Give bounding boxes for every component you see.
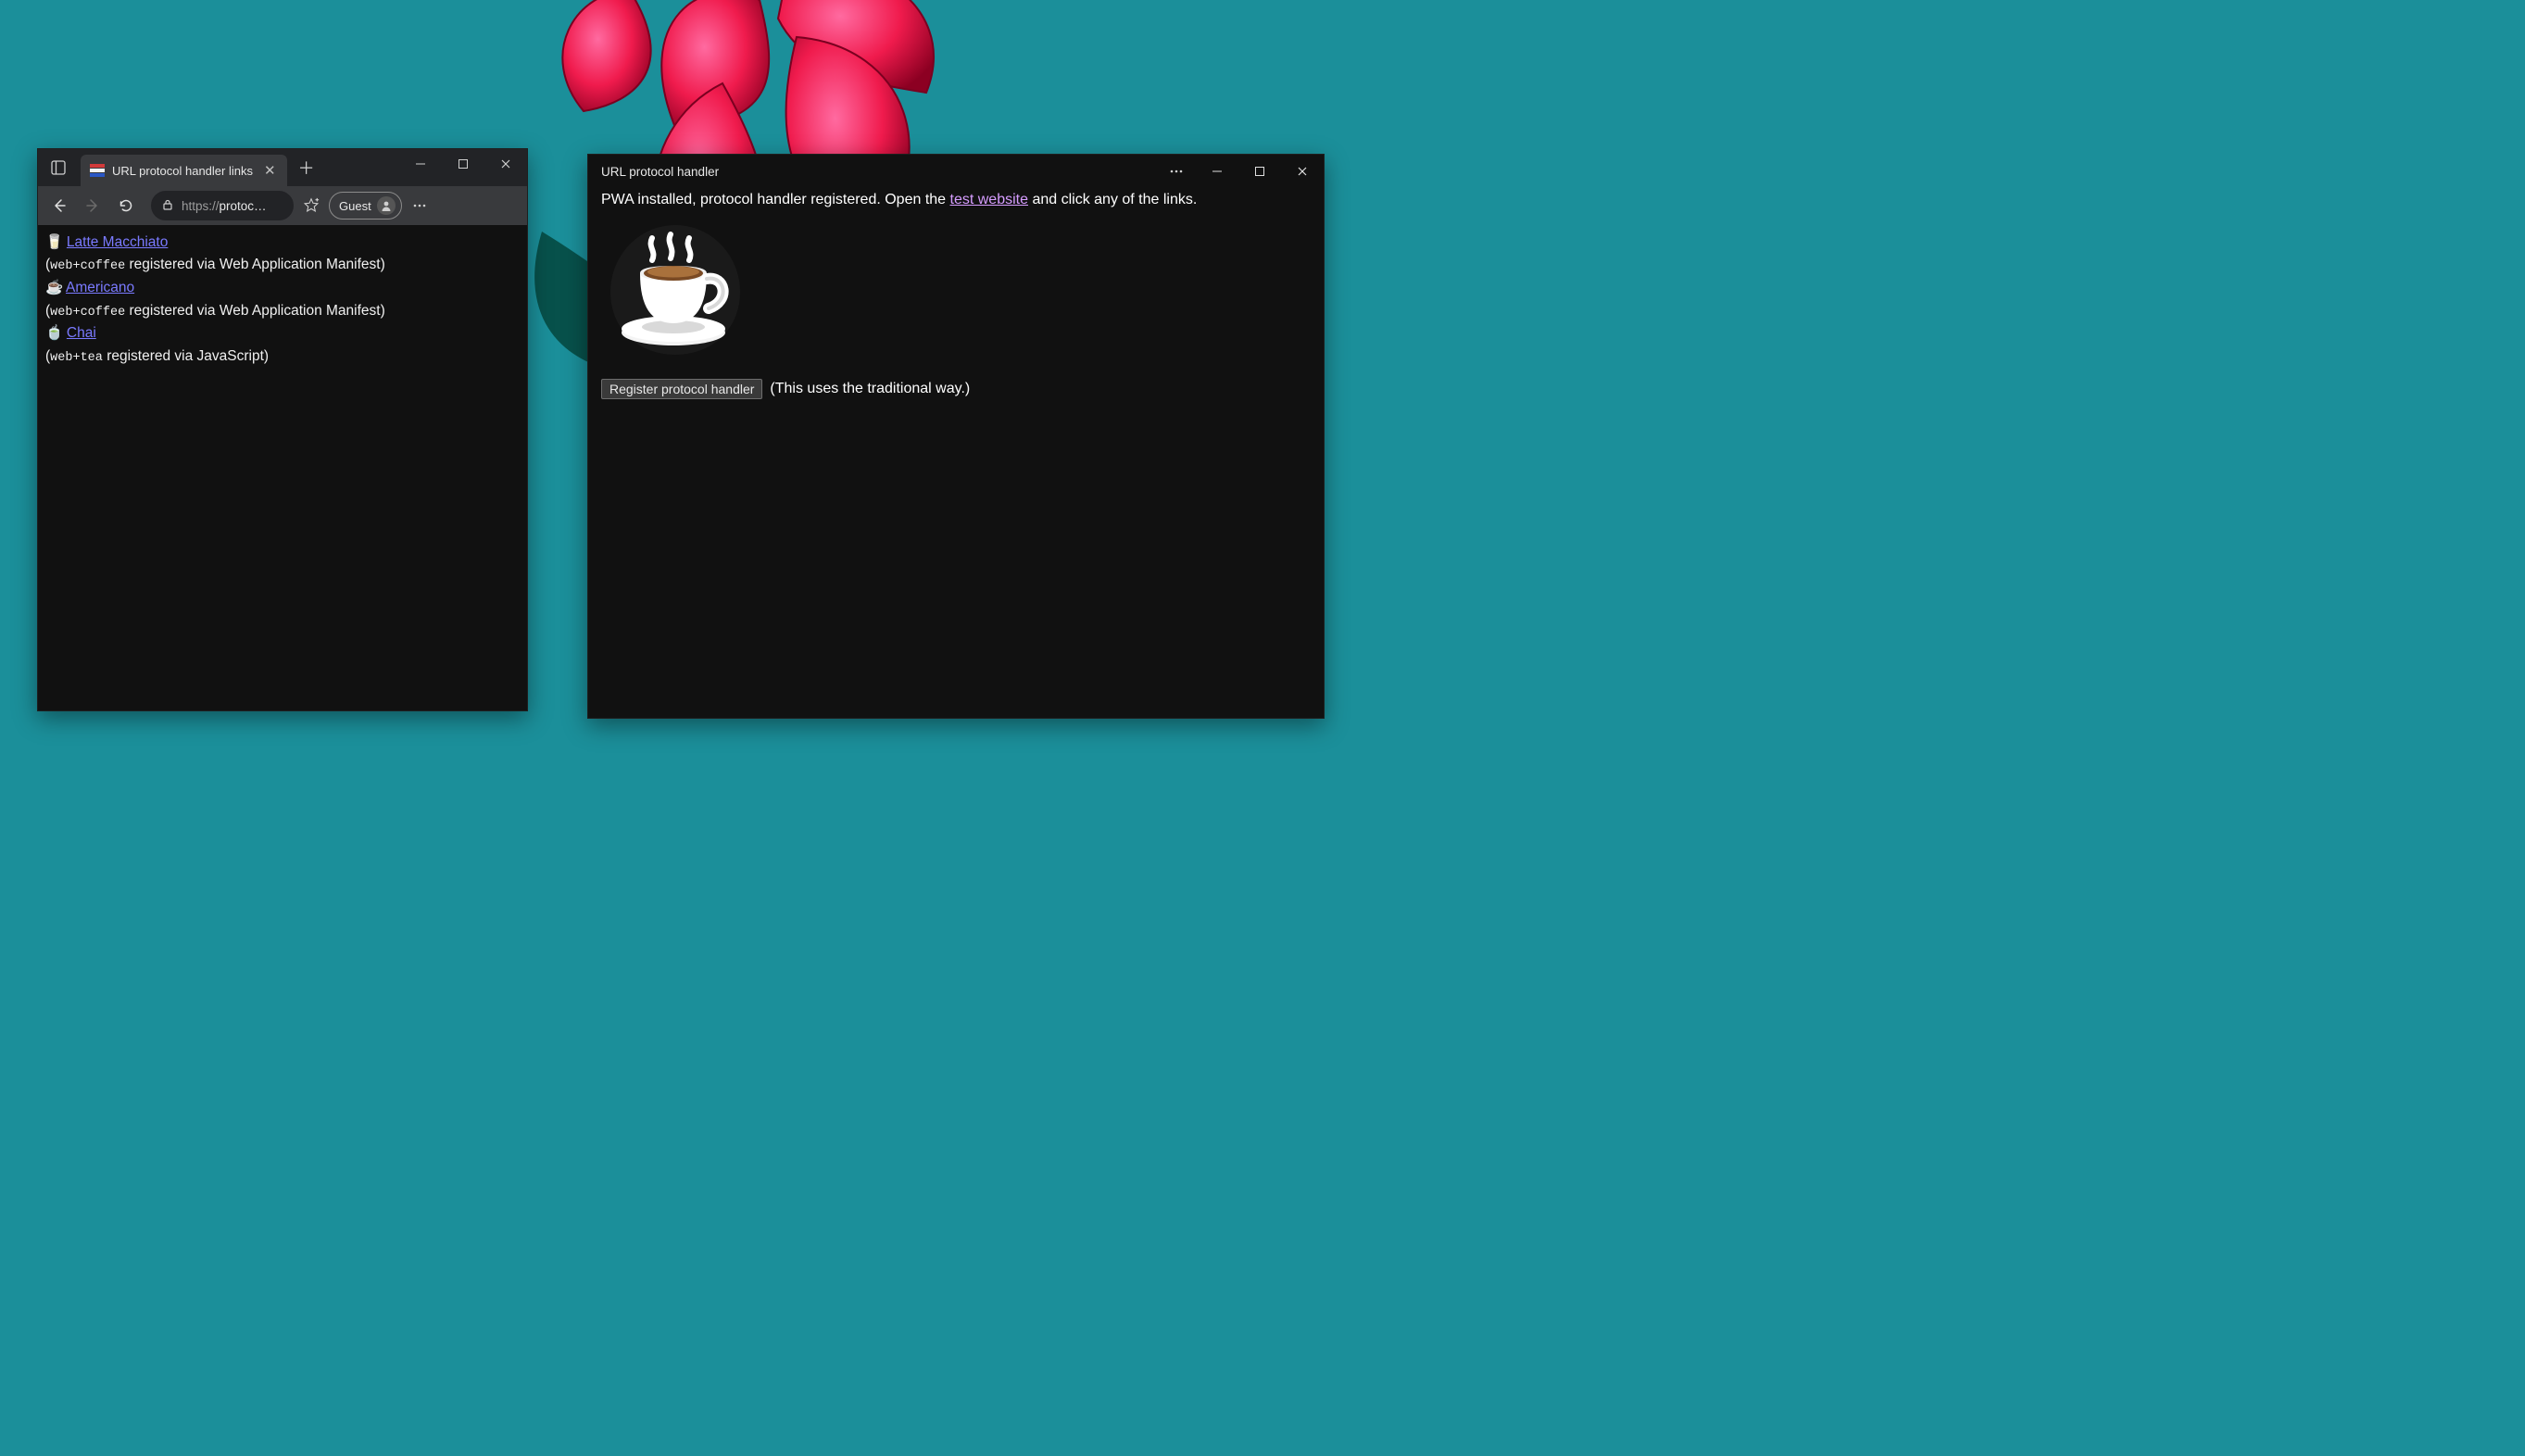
tab-close-button[interactable]: ✕ bbox=[260, 160, 280, 181]
star-plus-icon bbox=[303, 197, 320, 214]
maximize-icon bbox=[1254, 166, 1265, 177]
drink-emoji: 🥛 bbox=[45, 232, 63, 253]
browser-window: URL protocol handler links ✕ ＋ bbox=[37, 148, 528, 711]
forward-button[interactable] bbox=[77, 190, 108, 221]
protocol-code: web+tea bbox=[50, 351, 103, 365]
refresh-button[interactable] bbox=[110, 190, 142, 221]
profile-button[interactable]: Guest bbox=[329, 192, 402, 220]
app-menu-button[interactable] bbox=[1157, 157, 1196, 186]
page-favicon bbox=[90, 163, 105, 178]
avatar-icon bbox=[377, 196, 396, 215]
tab-title: URL protocol handler links bbox=[112, 164, 253, 178]
close-icon bbox=[500, 158, 511, 169]
site-info-button[interactable] bbox=[161, 198, 174, 214]
minimize-icon bbox=[415, 158, 426, 169]
close-icon bbox=[1297, 166, 1308, 177]
pwa-titlebar: URL protocol handler bbox=[588, 155, 1324, 188]
close-window-button[interactable] bbox=[484, 149, 527, 179]
list-item-note: (web+coffee registered via Web Applicati… bbox=[45, 255, 520, 276]
minimize-button[interactable] bbox=[1196, 157, 1238, 186]
url-text: https://protoc… bbox=[182, 199, 283, 213]
pwa-window: URL protocol handler PWA installed, prot… bbox=[587, 154, 1325, 719]
maximize-button[interactable] bbox=[1238, 157, 1281, 186]
register-row: Register protocol handler (This uses the… bbox=[601, 379, 1311, 399]
intro-text: PWA installed, protocol handler register… bbox=[601, 192, 1311, 208]
pwa-content: PWA installed, protocol handler register… bbox=[588, 188, 1324, 412]
coffee-cup-icon bbox=[601, 220, 749, 358]
minimize-button[interactable] bbox=[399, 149, 442, 179]
minimize-icon bbox=[1212, 166, 1223, 177]
register-note: (This uses the traditional way.) bbox=[770, 381, 970, 397]
window-controls bbox=[399, 149, 527, 179]
arrow-right-icon bbox=[84, 197, 101, 214]
arrow-left-icon bbox=[51, 197, 68, 214]
maximize-icon bbox=[458, 158, 469, 169]
pwa-title: URL protocol handler bbox=[601, 165, 719, 179]
tab-strip: URL protocol handler links ✕ ＋ bbox=[38, 149, 527, 186]
list-item-note: (web+coffee registered via Web Applicati… bbox=[45, 301, 520, 322]
close-window-button[interactable] bbox=[1281, 157, 1324, 186]
protocol-code: web+coffee bbox=[50, 259, 125, 273]
drink-emoji: 🍵 bbox=[45, 323, 63, 344]
profile-label: Guest bbox=[339, 199, 371, 213]
dots-horizontal-icon bbox=[411, 197, 428, 214]
list-item: ☕ Americano bbox=[45, 278, 520, 298]
vertical-tabs-icon bbox=[51, 160, 66, 175]
refresh-icon bbox=[118, 197, 134, 214]
drink-link-latte[interactable]: Latte Macchiato bbox=[67, 234, 168, 250]
new-tab-button[interactable]: ＋ bbox=[293, 154, 320, 182]
favorites-button[interactable] bbox=[295, 190, 327, 221]
browser-chrome: URL protocol handler links ✕ ＋ bbox=[38, 149, 527, 225]
dots-horizontal-icon bbox=[1168, 163, 1185, 180]
maximize-button[interactable] bbox=[442, 149, 484, 179]
protocol-code: web+coffee bbox=[50, 306, 125, 320]
address-bar[interactable]: https://protoc… bbox=[151, 191, 294, 220]
list-item: 🥛 Latte Macchiato bbox=[45, 232, 520, 253]
browser-tab[interactable]: URL protocol handler links ✕ bbox=[81, 155, 287, 186]
more-button[interactable] bbox=[404, 190, 435, 221]
browser-toolbar: https://protoc… Guest bbox=[38, 186, 527, 225]
drink-link-chai[interactable]: Chai bbox=[67, 325, 96, 341]
page-content: 🥛 Latte Macchiato (web+coffee registered… bbox=[38, 225, 527, 710]
test-website-link[interactable]: test website bbox=[950, 192, 1028, 207]
register-protocol-button[interactable]: Register protocol handler bbox=[601, 379, 762, 399]
drink-emoji: ☕ bbox=[45, 278, 63, 298]
drink-link-americano[interactable]: Americano bbox=[66, 280, 134, 295]
vertical-tabs-button[interactable] bbox=[44, 153, 73, 182]
back-button[interactable] bbox=[44, 190, 75, 221]
list-item-note: (web+tea registered via JavaScript) bbox=[45, 346, 520, 368]
list-item: 🍵 Chai bbox=[45, 323, 520, 344]
lock-icon bbox=[161, 198, 174, 211]
